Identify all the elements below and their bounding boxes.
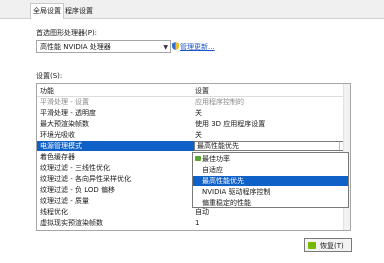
row-feature: 平滑处理 - 设置: [40, 98, 89, 106]
row-feature: 纹理过滤 - 质量: [40, 197, 89, 205]
table-row[interactable]: 平滑处理 - 透明度 关: [37, 108, 350, 118]
power-mode-select[interactable]: 最高性能优先 ▼: [194, 141, 350, 151]
table-header: 功能 设置: [37, 86, 350, 97]
nvidia-shield-icon: [172, 42, 179, 51]
row-setting: 关: [195, 109, 202, 117]
row-setting: 使用 3D 应用程序设置: [195, 120, 266, 128]
row-setting: 1: [195, 219, 200, 227]
restore-button[interactable]: 恢复(T): [304, 238, 352, 252]
dropdown-option[interactable]: NVIDIA 驱动程序控制: [193, 187, 348, 197]
preferred-gpu-select[interactable]: 高性能 NVIDIA 处理器 ▼: [36, 40, 171, 53]
header-setting: 设置: [195, 87, 209, 95]
table-row[interactable]: 最大预渲染帧数 使用 3D 应用程序设置: [37, 119, 350, 129]
row-setting: 应用程序控制的: [195, 98, 244, 106]
power-mode-dropdown: 最佳功率 自适应 最高性能优先 NVIDIA 驱动程序控制 偏重稳定的性能: [192, 152, 349, 208]
row-feature: 平滑处理 - 透明度: [40, 109, 96, 117]
row-feature: 纹理过滤 - 三线性优化: [40, 164, 110, 172]
chevron-down-icon: ▼: [163, 44, 168, 51]
dropdown-option[interactable]: 自适应: [193, 165, 348, 175]
row-setting: 自动: [195, 208, 209, 216]
nvidia-gpu-icon: [195, 156, 201, 161]
settings-label: 设置(S):: [36, 72, 63, 80]
table-row-selected[interactable]: 电源管理模式 最高性能优先 ▼: [37, 141, 350, 151]
preferred-gpu-value: 高性能 NVIDIA 处理器: [40, 43, 111, 51]
tab-global-settings[interactable]: 全局设置: [30, 3, 64, 19]
power-mode-value: 最高性能优先: [197, 142, 239, 150]
row-feature: 最大预渲染帧数: [40, 120, 89, 128]
header-feature: 功能: [40, 87, 54, 95]
dropdown-option[interactable]: 偏重稳定的性能: [193, 198, 348, 208]
table-row[interactable]: 虚拟现实预渲染帧数 1: [37, 218, 350, 228]
table-row[interactable]: 平滑处理 - 设置 应用程序控制的: [37, 97, 350, 107]
dropdown-option[interactable]: 最佳功率: [193, 154, 348, 164]
manage-updates-link[interactable]: 管理更新...: [180, 42, 215, 52]
preferred-gpu-label: 首选图形处理器(P):: [36, 29, 98, 37]
nvidia-logo-icon: [308, 242, 316, 249]
row-feature: 电源管理模式: [40, 142, 82, 150]
table-row[interactable]: 环境光吸收 关: [37, 130, 350, 140]
row-feature: 线程优化: [40, 208, 68, 216]
table-row[interactable]: 线程优化 自动: [37, 207, 350, 217]
dropdown-option-highlighted[interactable]: 最高性能优先: [193, 176, 348, 186]
tab-program-settings[interactable]: 程序设置: [63, 4, 95, 18]
row-feature: 纹理过滤 - 各向异性采样优化: [40, 175, 131, 183]
row-feature: 虚拟现实预渲染帧数: [40, 219, 103, 227]
row-feature: 环境光吸收: [40, 131, 75, 139]
row-setting: 关: [195, 131, 202, 139]
row-feature: 纹理过滤 - 负 LOD 偏移: [40, 186, 115, 194]
row-feature: 着色缓存器: [40, 153, 75, 161]
